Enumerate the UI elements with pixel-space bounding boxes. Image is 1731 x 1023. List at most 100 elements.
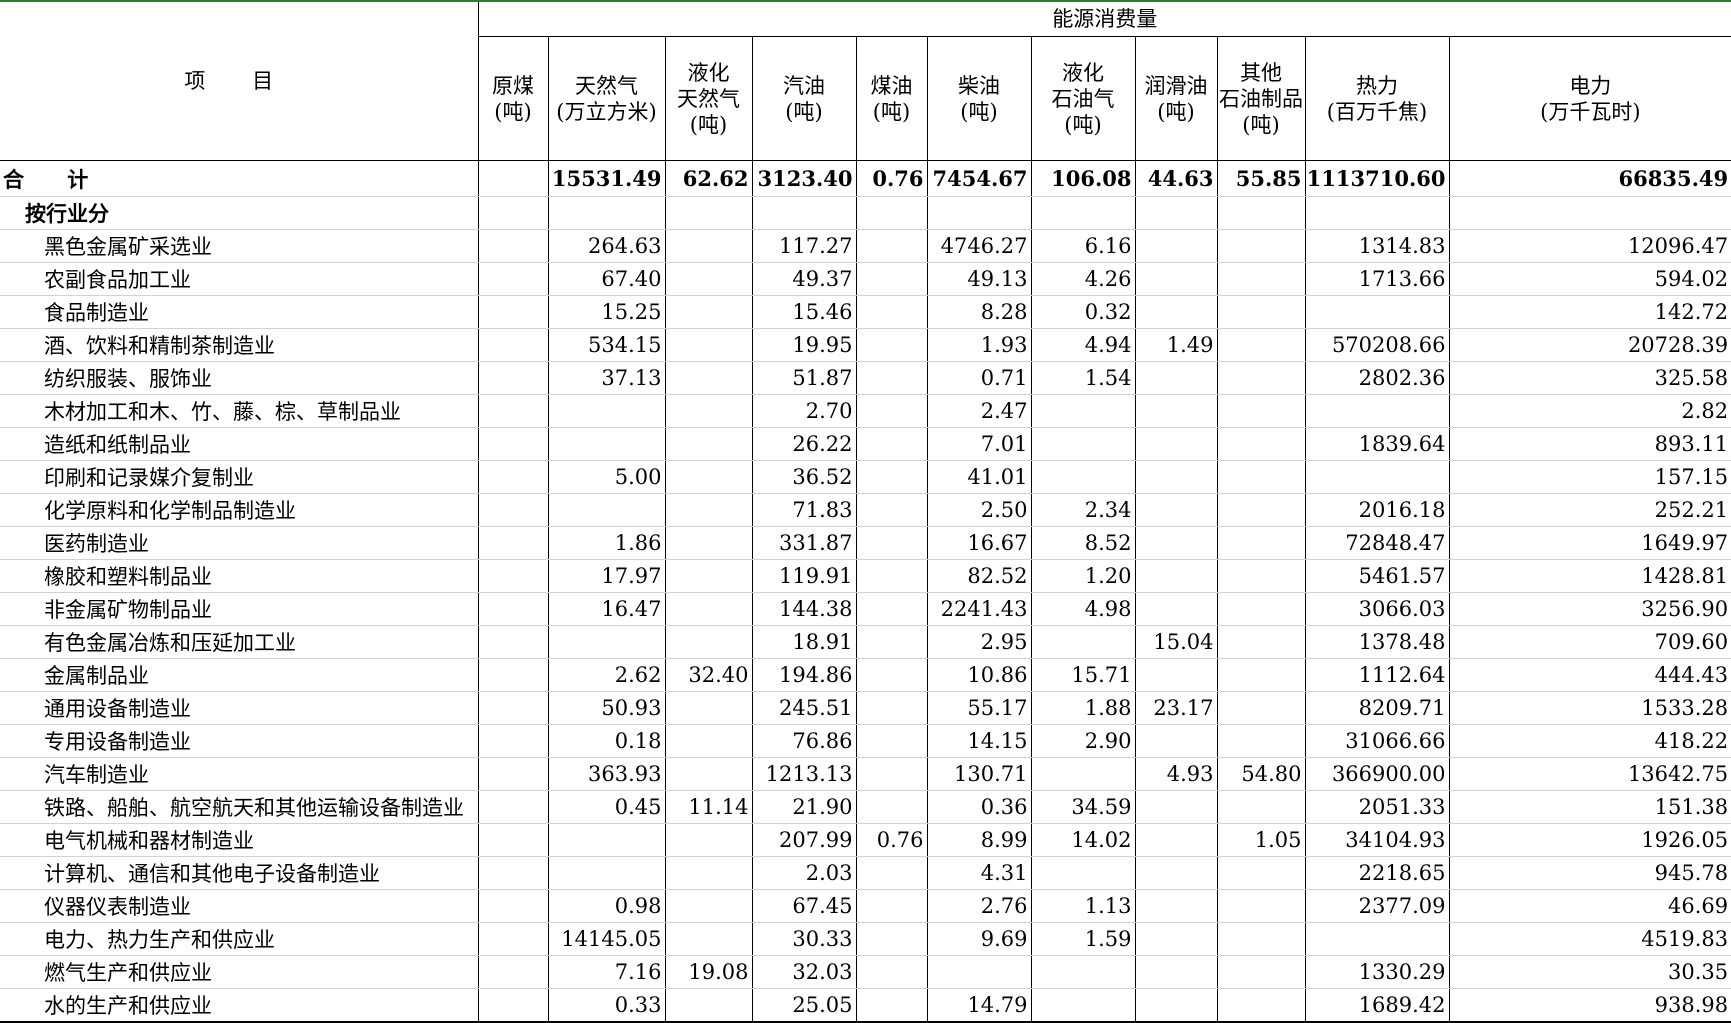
table-cell: 2377.09 — [1304, 889, 1449, 923]
table-cell: 2.03 — [751, 856, 856, 890]
column-header: 柴油 (吨) — [926, 36, 1031, 161]
table-cell: 2051.33 — [1304, 790, 1449, 824]
table-cell: 66835.49 — [1448, 160, 1731, 197]
table-cell — [1216, 460, 1305, 494]
table-cell — [1134, 493, 1217, 527]
table-cell: 252.21 — [1448, 493, 1731, 527]
table-row: 电气机械和器材制造业 207.99 0.76 8.99 14.02 1.05 34104.9… — [0, 823, 1731, 857]
table-cell — [664, 196, 752, 230]
table-cell: 14.79 — [926, 988, 1031, 1023]
row-label: 铁路、船舶、航空航天和其他运输设备制造业 — [0, 790, 478, 824]
column-header-line: 石油制品 — [1219, 86, 1303, 111]
column-header: 电力 (万千瓦时) — [1448, 36, 1731, 161]
column-header-line: (吨) — [1242, 112, 1280, 137]
table-cell — [1134, 889, 1217, 923]
table-cell: 1.49 — [1134, 328, 1217, 362]
table-cell — [664, 757, 752, 791]
table-cell — [1134, 658, 1217, 692]
table-cell — [547, 856, 665, 890]
table-cell — [1134, 922, 1217, 956]
table-cell — [1134, 295, 1217, 329]
column-header-line: 柴油 — [958, 73, 1000, 98]
table-cell: 945.78 — [1448, 856, 1731, 890]
table-cell — [1134, 790, 1217, 824]
table-cell: 8.28 — [926, 295, 1031, 329]
table-cell: 19.95 — [751, 328, 856, 362]
table-cell — [1134, 526, 1217, 560]
table-cell: 15.04 — [1134, 625, 1217, 659]
table-cell — [477, 823, 548, 857]
column-header-line: 天然气 — [575, 73, 638, 98]
table-cell: 0.45 — [547, 790, 665, 824]
table-cell — [855, 691, 927, 725]
table-cell — [855, 658, 927, 692]
table-cell — [477, 295, 548, 329]
table-cell: 10.86 — [926, 658, 1031, 692]
table-cell — [855, 229, 927, 263]
table-cell: 2.76 — [926, 889, 1031, 923]
table-cell — [664, 559, 752, 593]
table-cell: 20728.39 — [1448, 328, 1731, 362]
row-label: 电气机械和器材制造业 — [0, 823, 478, 857]
table-cell — [1216, 988, 1305, 1023]
table-cell: 130.71 — [926, 757, 1031, 791]
table-cell — [1030, 394, 1135, 428]
table-cell: 0.32 — [1030, 295, 1135, 329]
table-cell: 2.50 — [926, 493, 1031, 527]
table-cell — [664, 988, 752, 1023]
table-cell — [855, 856, 927, 890]
table-cell: 8209.71 — [1304, 691, 1449, 725]
table-cell — [1030, 757, 1135, 791]
table-cell: 1330.29 — [1304, 955, 1449, 989]
table-cell — [477, 988, 548, 1023]
column-header-line: (万千瓦时) — [1540, 99, 1641, 124]
table-cell: 0.71 — [926, 361, 1031, 395]
table-row: 酒、饮料和精制茶制造业 534.15 19.95 1.93 4.94 1.49 570208… — [0, 328, 1731, 362]
total-row: 合 计 15531.49 62.62 3123.40 0.76 7454.67 106.08… — [0, 160, 1731, 197]
table-cell — [547, 394, 665, 428]
table-cell: 5461.57 — [1304, 559, 1449, 593]
table-cell — [477, 658, 548, 692]
table-cell — [477, 922, 548, 956]
column-header-line: 汽油 — [783, 73, 825, 98]
column-header-line: 原煤 — [492, 73, 534, 98]
table-cell: 16.67 — [926, 526, 1031, 560]
table-cell: 444.43 — [1448, 658, 1731, 692]
table-cell — [855, 394, 927, 428]
table-cell: 0.18 — [547, 724, 665, 758]
row-label: 燃气生产和供应业 — [0, 955, 478, 989]
table-cell — [926, 196, 1031, 230]
table-cell: 67.40 — [547, 262, 665, 296]
column-header: 原煤 (吨) — [477, 36, 548, 161]
row-label: 纺织服装、服饰业 — [0, 361, 478, 395]
table-cell: 7454.67 — [926, 160, 1031, 197]
table-cell: 331.87 — [751, 526, 856, 560]
table-cell: 1713.66 — [1304, 262, 1449, 296]
table-cell — [477, 394, 548, 428]
table-row: 计算机、通信和其他电子设备制造业 2.03 4.31 2218.65 945.78 — [0, 856, 1731, 890]
table-cell: 2.95 — [926, 625, 1031, 659]
table-cell: 17.97 — [547, 559, 665, 593]
table-cell — [1134, 856, 1217, 890]
table-cell: 49.13 — [926, 262, 1031, 296]
table-cell: 5.00 — [547, 460, 665, 494]
table-cell: 570208.66 — [1304, 328, 1449, 362]
table-cell: 14.15 — [926, 724, 1031, 758]
table-cell — [547, 625, 665, 659]
table-cell: 142.72 — [1448, 295, 1731, 329]
energy-consumption-table: 项 目 能源消费量 原煤 (吨) 天然气 (万立方米) 液化 天然气 (吨) 汽油 (吨) 煤油(… — [0, 2, 1731, 1023]
table-row: 化学原料和化学制品制造业 71.83 2.50 2.34 2016.18 252.21 — [0, 493, 1731, 527]
table-cell: 1378.48 — [1304, 625, 1449, 659]
table-cell — [1216, 790, 1305, 824]
table-row: 水的生产和供应业 0.33 25.05 14.79 1689.42 938.98 — [0, 988, 1731, 1023]
table-row: 有色金属冶炼和压延加工业 18.91 2.95 15.04 1378.48 709.60 — [0, 625, 1731, 659]
table-cell: 2.62 — [547, 658, 665, 692]
table-row: 电力、热力生产和供应业 14145.05 30.33 9.69 1.59 4519.83 — [0, 922, 1731, 956]
table-cell — [1134, 460, 1217, 494]
table-cell — [477, 427, 548, 461]
table-cell — [664, 460, 752, 494]
column-header: 润滑油 (吨) — [1134, 36, 1217, 161]
table-cell — [855, 988, 927, 1023]
table-cell — [1216, 922, 1305, 956]
table-cell — [477, 856, 548, 890]
